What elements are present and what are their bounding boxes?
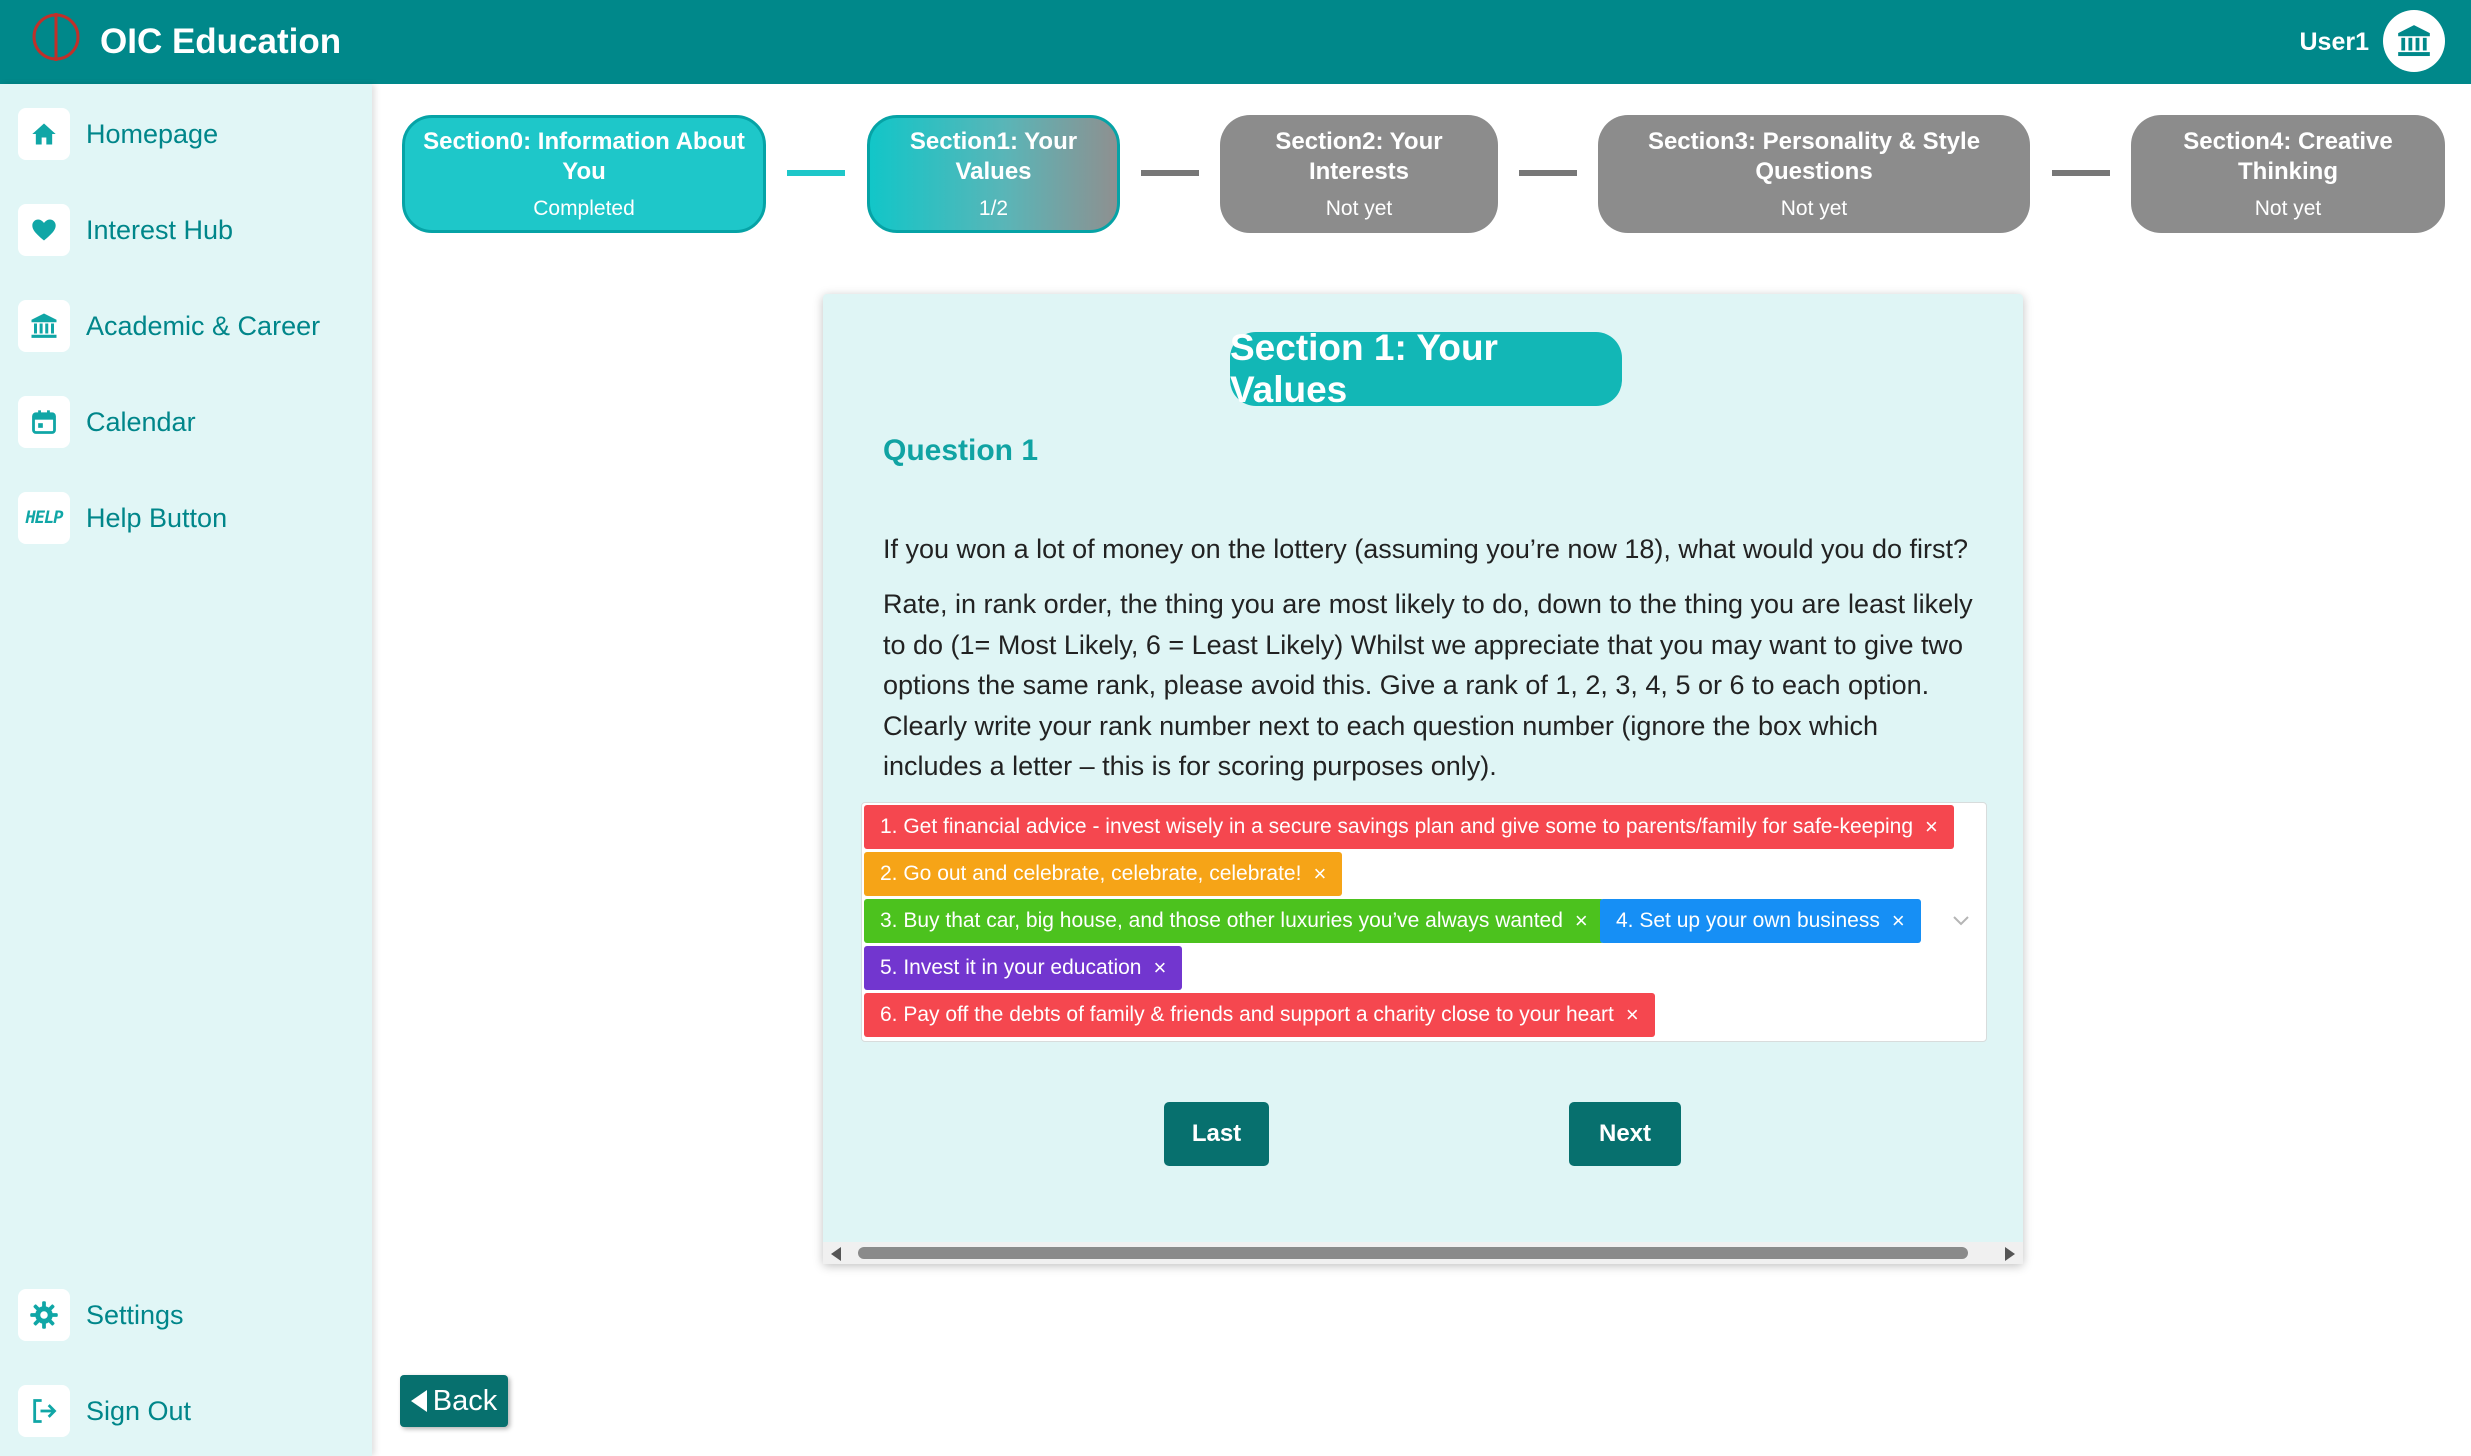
sidebar-item-sign-out[interactable]: Sign Out <box>18 1383 358 1439</box>
question-number: Question 1 <box>883 434 1039 467</box>
close-icon[interactable]: × <box>1313 861 1326 887</box>
sidebar-item-interest-hub[interactable]: Interest Hub <box>18 202 358 258</box>
tag-label: 1. Get financial advice - invest wisely … <box>880 815 1914 838</box>
sidebar-item-homepage[interactable]: Homepage <box>18 106 358 162</box>
sidebar-item-label: Academic & Career <box>86 310 321 341</box>
rank-tag: 1. Get financial advice - invest wisely … <box>864 805 1954 849</box>
close-icon[interactable]: × <box>1892 908 1905 934</box>
question-card: Section 1: Your Values Question 1 If you… <box>823 294 2023 1264</box>
next-button[interactable]: Next <box>1569 1102 1681 1166</box>
back-arrow-icon <box>410 1390 427 1412</box>
back-label: Back <box>432 1384 498 1417</box>
instruction-text: Rate, in rank order, the thing you are m… <box>883 589 1973 781</box>
tag-label: 6. Pay off the debts of family & friends… <box>880 1003 1614 1026</box>
tag-label: 3. Buy that car, big house, and those ot… <box>880 909 1563 932</box>
step-title: Section2: Your Interests <box>1275 128 1443 185</box>
sidebar-item-label: Help Button <box>86 502 228 533</box>
logo-icon <box>32 13 80 61</box>
scrollbar-thumb[interactable] <box>858 1247 1968 1259</box>
help-icon: HELP <box>18 492 70 544</box>
chevron-down-icon[interactable] <box>1950 909 1972 931</box>
last-button[interactable]: Last <box>1164 1102 1269 1166</box>
sidebar-item-label: Interest Hub <box>86 214 234 245</box>
step-section4[interactable]: Section4: Creative Thinking Not yet <box>2131 115 2445 233</box>
step-section3[interactable]: Section3: Personality & Style Questions … <box>1598 115 2030 233</box>
step-connector <box>2052 170 2110 176</box>
step-connector <box>1141 170 1199 176</box>
top-bar: OIC Education User1 <box>0 0 2471 84</box>
scroll-right-icon[interactable] <box>2005 1247 2015 1261</box>
step-status: Completed <box>533 197 635 220</box>
calendar-icon <box>32 410 56 434</box>
scroll-left-icon[interactable] <box>831 1247 841 1261</box>
rank-tag: 5. Invest it in your education × <box>864 946 1183 990</box>
tag-label: 4. Set up your own business <box>1616 909 1880 932</box>
close-icon[interactable]: × <box>1925 814 1938 840</box>
close-icon[interactable]: × <box>1154 955 1167 981</box>
step-status: 1/2 <box>978 197 1009 220</box>
step-section1[interactable]: Section1: Your Values 1/2 <box>867 115 1120 233</box>
step-connector <box>1519 170 1577 176</box>
step-title: Section3: Personality & Style Questions <box>1647 128 1981 185</box>
sidebar-item-label: Settings <box>86 1299 184 1330</box>
step-connector <box>787 170 845 176</box>
step-section0[interactable]: Section0: Information About You Complete… <box>402 115 766 233</box>
rank-multiselect[interactable]: 1. Get financial advice - invest wisely … <box>861 802 1987 1042</box>
sidebar-item-label: Calendar <box>86 406 196 437</box>
tag-label: 5. Invest it in your education <box>880 956 1142 979</box>
user-avatar[interactable] <box>2383 10 2445 72</box>
step-status: Not yet <box>2254 197 2322 220</box>
section-title: Section 1: Your Values <box>1230 327 1622 410</box>
step-title: Section4: Creative Thinking <box>2183 128 2393 185</box>
close-icon[interactable]: × <box>1575 908 1588 934</box>
back-button[interactable]: Back <box>400 1375 508 1427</box>
gear-icon <box>30 1301 58 1329</box>
step-title: Section0: Information About You <box>423 128 745 185</box>
sidebar-item-calendar[interactable]: Calendar <box>18 394 358 450</box>
step-status: Not yet <box>1780 197 1848 220</box>
heart-icon <box>32 219 56 241</box>
sidebar-item-help-button[interactable]: HELP Help Button <box>18 490 358 546</box>
step-title: Section1: Your Values <box>909 128 1078 185</box>
step-section2[interactable]: Section2: Your Interests Not yet <box>1220 115 1498 233</box>
tag-label: 2. Go out and celebrate, celebrate, cele… <box>880 862 1302 885</box>
sidebar-item-settings[interactable]: Settings <box>18 1287 358 1343</box>
bank-icon <box>2398 25 2430 57</box>
home-icon <box>32 123 56 145</box>
rank-tag: 4. Set up your own business × <box>1600 899 1921 943</box>
rank-tag: 3. Buy that car, big house, and those ot… <box>864 899 1604 943</box>
rank-tag: 2. Go out and celebrate, celebrate, cele… <box>864 852 1343 896</box>
sidebar-item-label: Homepage <box>86 118 219 149</box>
bank-icon <box>31 313 57 338</box>
app-title: OIC Education <box>100 22 342 61</box>
close-icon[interactable]: × <box>1626 1002 1639 1028</box>
horizontal-scrollbar[interactable] <box>823 1242 2023 1264</box>
sign-out-icon <box>33 1399 57 1423</box>
user-name[interactable]: User1 <box>2300 0 2370 84</box>
rank-tag: 6. Pay off the debts of family & friends… <box>864 993 1655 1037</box>
sidebar-item-label: Sign Out <box>86 1395 192 1426</box>
sidebar: Homepage Interest Hub Academic & Career <box>0 84 372 1456</box>
question-text: If you won a lot of money on the lottery… <box>883 534 1969 564</box>
step-status: Not yet <box>1325 197 1393 220</box>
sidebar-item-academic-career[interactable]: Academic & Career <box>18 298 358 354</box>
